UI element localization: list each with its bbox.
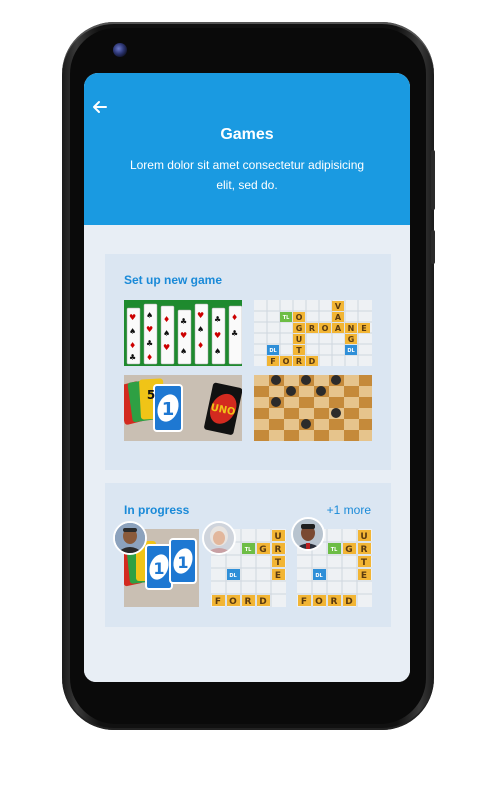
solitaire-thumbnail: ♥ ♠ ♦ ♣ ♠ ♥ ♣ ♦ ♦ ♠ ♥ ♣ ♥ ♠ ♥ ♠ ♦ ♣ ♥ ♠ ♦ ♣ <box>124 300 242 366</box>
svg-text:♥: ♥ <box>214 331 221 340</box>
player-avatar-2 <box>202 521 236 555</box>
svg-text:F: F <box>215 597 221 607</box>
svg-text:U: U <box>274 532 281 542</box>
player-avatar-3 <box>291 517 325 551</box>
svg-text:♠: ♠ <box>197 325 204 334</box>
svg-text:♣: ♣ <box>146 339 153 348</box>
svg-text:R: R <box>331 597 338 607</box>
svg-text:O: O <box>322 324 329 333</box>
svg-text:U: U <box>360 532 367 542</box>
player-avatar-1 <box>113 521 147 555</box>
svg-text:DL: DL <box>269 348 277 354</box>
page-subtitle: Lorem dolor sit amet consectetur adipisi… <box>129 158 365 192</box>
svg-text:G: G <box>348 335 355 344</box>
svg-text:R: R <box>275 545 282 555</box>
svg-text:T: T <box>361 558 368 568</box>
svg-text:♠: ♠ <box>146 311 153 320</box>
svg-text:F: F <box>270 357 275 366</box>
svg-text:♥: ♥ <box>180 331 187 340</box>
new-game-card: Set up new game ♥ ♠ ♦ ♣ ♠ ♥ ♣ ♦ ♦ ♠ ♥ ♣ … <box>105 254 391 470</box>
svg-text:5: 5 <box>147 388 155 402</box>
svg-text:O: O <box>296 313 303 322</box>
game-tile-solitaire[interactable]: ♥ ♠ ♦ ♣ ♠ ♥ ♣ ♦ ♦ ♠ ♥ ♣ ♥ ♠ ♥ ♠ ♦ ♣ ♥ ♠ ♦ ♣ <box>124 300 242 366</box>
svg-text:R: R <box>361 545 368 555</box>
svg-text:U: U <box>296 335 303 344</box>
svg-text:♣: ♣ <box>180 317 187 326</box>
page-title: Games <box>220 126 274 143</box>
svg-text:R: R <box>296 357 302 366</box>
svg-text:D: D <box>309 357 316 366</box>
svg-text:A: A <box>335 313 342 322</box>
svg-text:D: D <box>345 597 352 607</box>
svg-text:O: O <box>315 597 323 607</box>
svg-text:DL: DL <box>315 573 323 579</box>
svg-text:T: T <box>275 558 282 568</box>
svg-text:G: G <box>259 545 266 555</box>
svg-text:TL: TL <box>245 547 252 553</box>
svg-text:G: G <box>345 545 352 555</box>
svg-text:♣: ♣ <box>214 315 221 324</box>
svg-text:1: 1 <box>162 399 175 420</box>
svg-text:TL: TL <box>331 547 338 553</box>
player-avatar-icon <box>115 523 145 553</box>
svg-text:TL: TL <box>283 315 290 321</box>
game-tile-uno[interactable]: 1 5 UNO <box>124 375 242 441</box>
in-progress-title: In progress <box>124 503 190 517</box>
svg-text:♠: ♠ <box>214 347 221 356</box>
arrow-left-icon <box>93 101 107 113</box>
svg-text:E: E <box>361 324 366 333</box>
svg-text:F: F <box>301 597 307 607</box>
svg-text:A: A <box>335 324 342 333</box>
word-game-thumbnail: GROANE OUT VAG FORD TLDL DL <box>254 300 372 366</box>
svg-text:♦: ♦ <box>163 315 170 324</box>
svg-text:♥: ♥ <box>197 311 204 320</box>
svg-text:DL: DL <box>229 573 237 579</box>
svg-text:R: R <box>309 324 315 333</box>
content-area: Set up new game ♥ ♠ ♦ ♣ ♠ ♥ ♣ ♦ ♦ ♠ ♥ ♣ … <box>84 225 410 682</box>
front-camera-icon <box>113 43 127 57</box>
player-avatar-icon <box>293 519 323 549</box>
svg-text:♣: ♣ <box>231 329 238 338</box>
in-progress-card: In progress +1 more 1 1 G R U T E F O R … <box>105 483 391 627</box>
svg-text:DL: DL <box>347 348 355 354</box>
player-avatar-icon <box>204 523 234 553</box>
svg-text:♠: ♠ <box>163 329 170 338</box>
svg-text:E: E <box>275 571 281 581</box>
back-button[interactable] <box>90 97 110 117</box>
svg-text:♥: ♥ <box>129 313 136 322</box>
svg-text:♠: ♠ <box>129 327 136 336</box>
svg-text:T: T <box>296 346 302 355</box>
new-game-title: Set up new game <box>124 273 223 287</box>
volume-button <box>431 150 435 210</box>
svg-text:O: O <box>283 357 290 366</box>
svg-text:R: R <box>245 597 252 607</box>
svg-text:N: N <box>348 324 355 333</box>
power-button <box>431 230 435 264</box>
more-games-link[interactable]: +1 more <box>327 503 371 517</box>
svg-text:O: O <box>229 597 237 607</box>
svg-text:V: V <box>335 302 342 311</box>
game-tile-word-game[interactable]: GROANE OUT VAG FORD TL DL DL <box>254 300 372 366</box>
svg-text:♣: ♣ <box>129 353 136 362</box>
app-screen: Games Lorem dolor sit amet consectetur a… <box>84 73 410 682</box>
svg-text:♦: ♦ <box>129 341 136 350</box>
svg-text:♠: ♠ <box>180 347 187 356</box>
svg-text:G: G <box>296 324 303 333</box>
svg-text:♥: ♥ <box>146 325 153 334</box>
svg-text:♦: ♦ <box>146 353 153 362</box>
svg-text:♦: ♦ <box>197 341 204 350</box>
svg-text:1: 1 <box>153 559 164 578</box>
games-header: Games Lorem dolor sit amet consectetur a… <box>84 73 410 225</box>
svg-text:♦: ♦ <box>231 313 238 322</box>
svg-text:1: 1 <box>177 553 188 572</box>
svg-text:♥: ♥ <box>163 343 170 352</box>
uno-thumbnail: 1 5 UNO <box>124 375 242 441</box>
game-tile-checkers[interactable] <box>254 375 372 441</box>
svg-text:E: E <box>361 571 367 581</box>
checkers-thumbnail <box>254 375 372 441</box>
svg-text:D: D <box>259 597 266 607</box>
